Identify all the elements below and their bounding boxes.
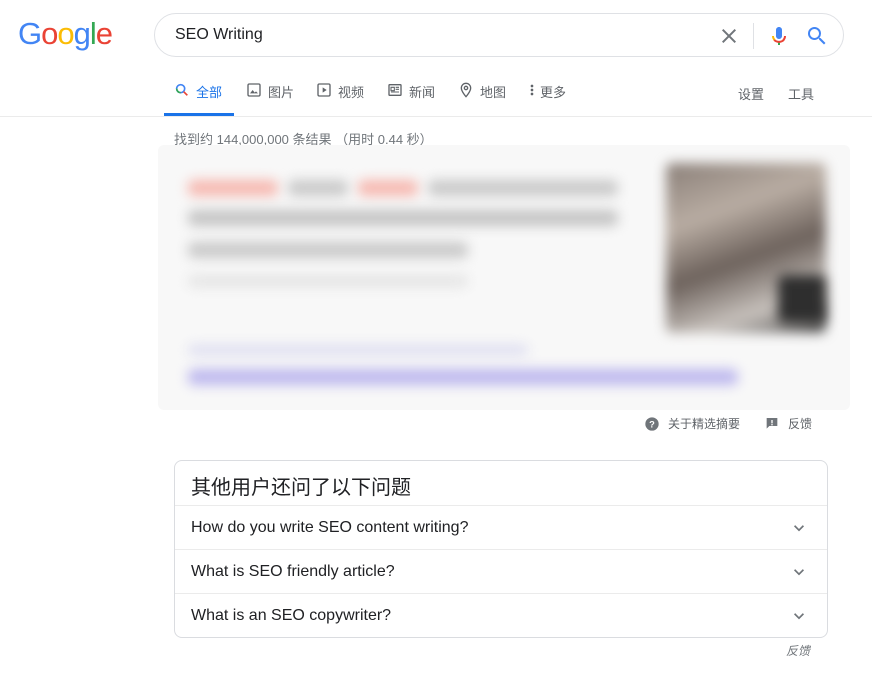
feedback-icon: [766, 417, 778, 429]
google-logo[interactable]: Google: [18, 16, 113, 52]
search-divider: [753, 23, 754, 49]
more-vert-icon: [530, 84, 534, 96]
question-row[interactable]: What is an SEO copywriter?: [175, 593, 827, 638]
tools-link[interactable]: 工具: [788, 84, 814, 103]
chevron-down-icon: [794, 613, 804, 620]
tab-all[interactable]: 全部: [163, 82, 235, 116]
people-also-ask: 其他用户还问了以下问题 How do you write SEO content…: [174, 460, 828, 638]
tab-label: 更多: [540, 85, 567, 100]
tab-videos[interactable]: 视频: [316, 82, 364, 116]
news-icon: [388, 84, 402, 96]
video-icon: [317, 83, 331, 97]
about-featured-snippet[interactable]: ? 关于精选摘要: [644, 415, 740, 432]
tab-label: 视频: [338, 85, 365, 100]
settings-link[interactable]: 设置: [738, 84, 764, 103]
search-input[interactable]: SEO Writing: [175, 26, 263, 44]
help-icon: ?: [645, 416, 659, 431]
svg-text:?: ?: [649, 419, 655, 429]
tab-label: 图片: [268, 85, 295, 100]
tab-more[interactable]: 更多: [528, 82, 566, 116]
tab-maps[interactable]: 地图: [458, 82, 506, 116]
logo-letter: g: [73, 16, 91, 51]
search-tabs: 全部 图片 视频 新闻 地图 更多 设置 工具: [0, 76, 872, 117]
tab-label: 地图: [480, 85, 507, 100]
image-icon: [247, 83, 261, 97]
question-text: What is SEO friendly article?: [191, 563, 395, 580]
featured-snippet[interactable]: [158, 145, 850, 410]
question-text: How do you write SEO content writing?: [191, 519, 469, 536]
logo-letter: o: [57, 16, 74, 51]
logo-letter: G: [18, 16, 42, 51]
paa-feedback-link[interactable]: 反馈: [786, 642, 810, 659]
search-box[interactable]: SEO Writing: [154, 13, 844, 57]
feedback-link[interactable]: 反馈: [764, 415, 812, 432]
about-featured-snippet-label: 关于精选摘要: [668, 417, 741, 431]
logo-letter: o: [41, 16, 58, 51]
tab-label: 全部: [196, 85, 223, 100]
map-pin-icon: [460, 82, 472, 98]
search-icon: [175, 83, 188, 96]
tab-news[interactable]: 新闻: [387, 82, 435, 116]
tab-label: 新闻: [409, 85, 436, 100]
mic-icon[interactable]: [767, 24, 791, 48]
tab-images[interactable]: 图片: [246, 82, 294, 116]
question-row[interactable]: What is SEO friendly article?: [175, 549, 827, 594]
chevron-down-icon: [794, 525, 804, 532]
close-icon[interactable]: [717, 24, 741, 48]
question-text: What is an SEO copywriter?: [191, 607, 392, 624]
chevron-down-icon: [794, 569, 804, 576]
feedback-label: 反馈: [788, 417, 813, 431]
question-row[interactable]: How do you write SEO content writing?: [175, 505, 827, 550]
search-icon[interactable]: [805, 24, 829, 48]
logo-letter: e: [95, 16, 113, 51]
people-also-ask-title: 其他用户还问了以下问题: [191, 477, 411, 499]
